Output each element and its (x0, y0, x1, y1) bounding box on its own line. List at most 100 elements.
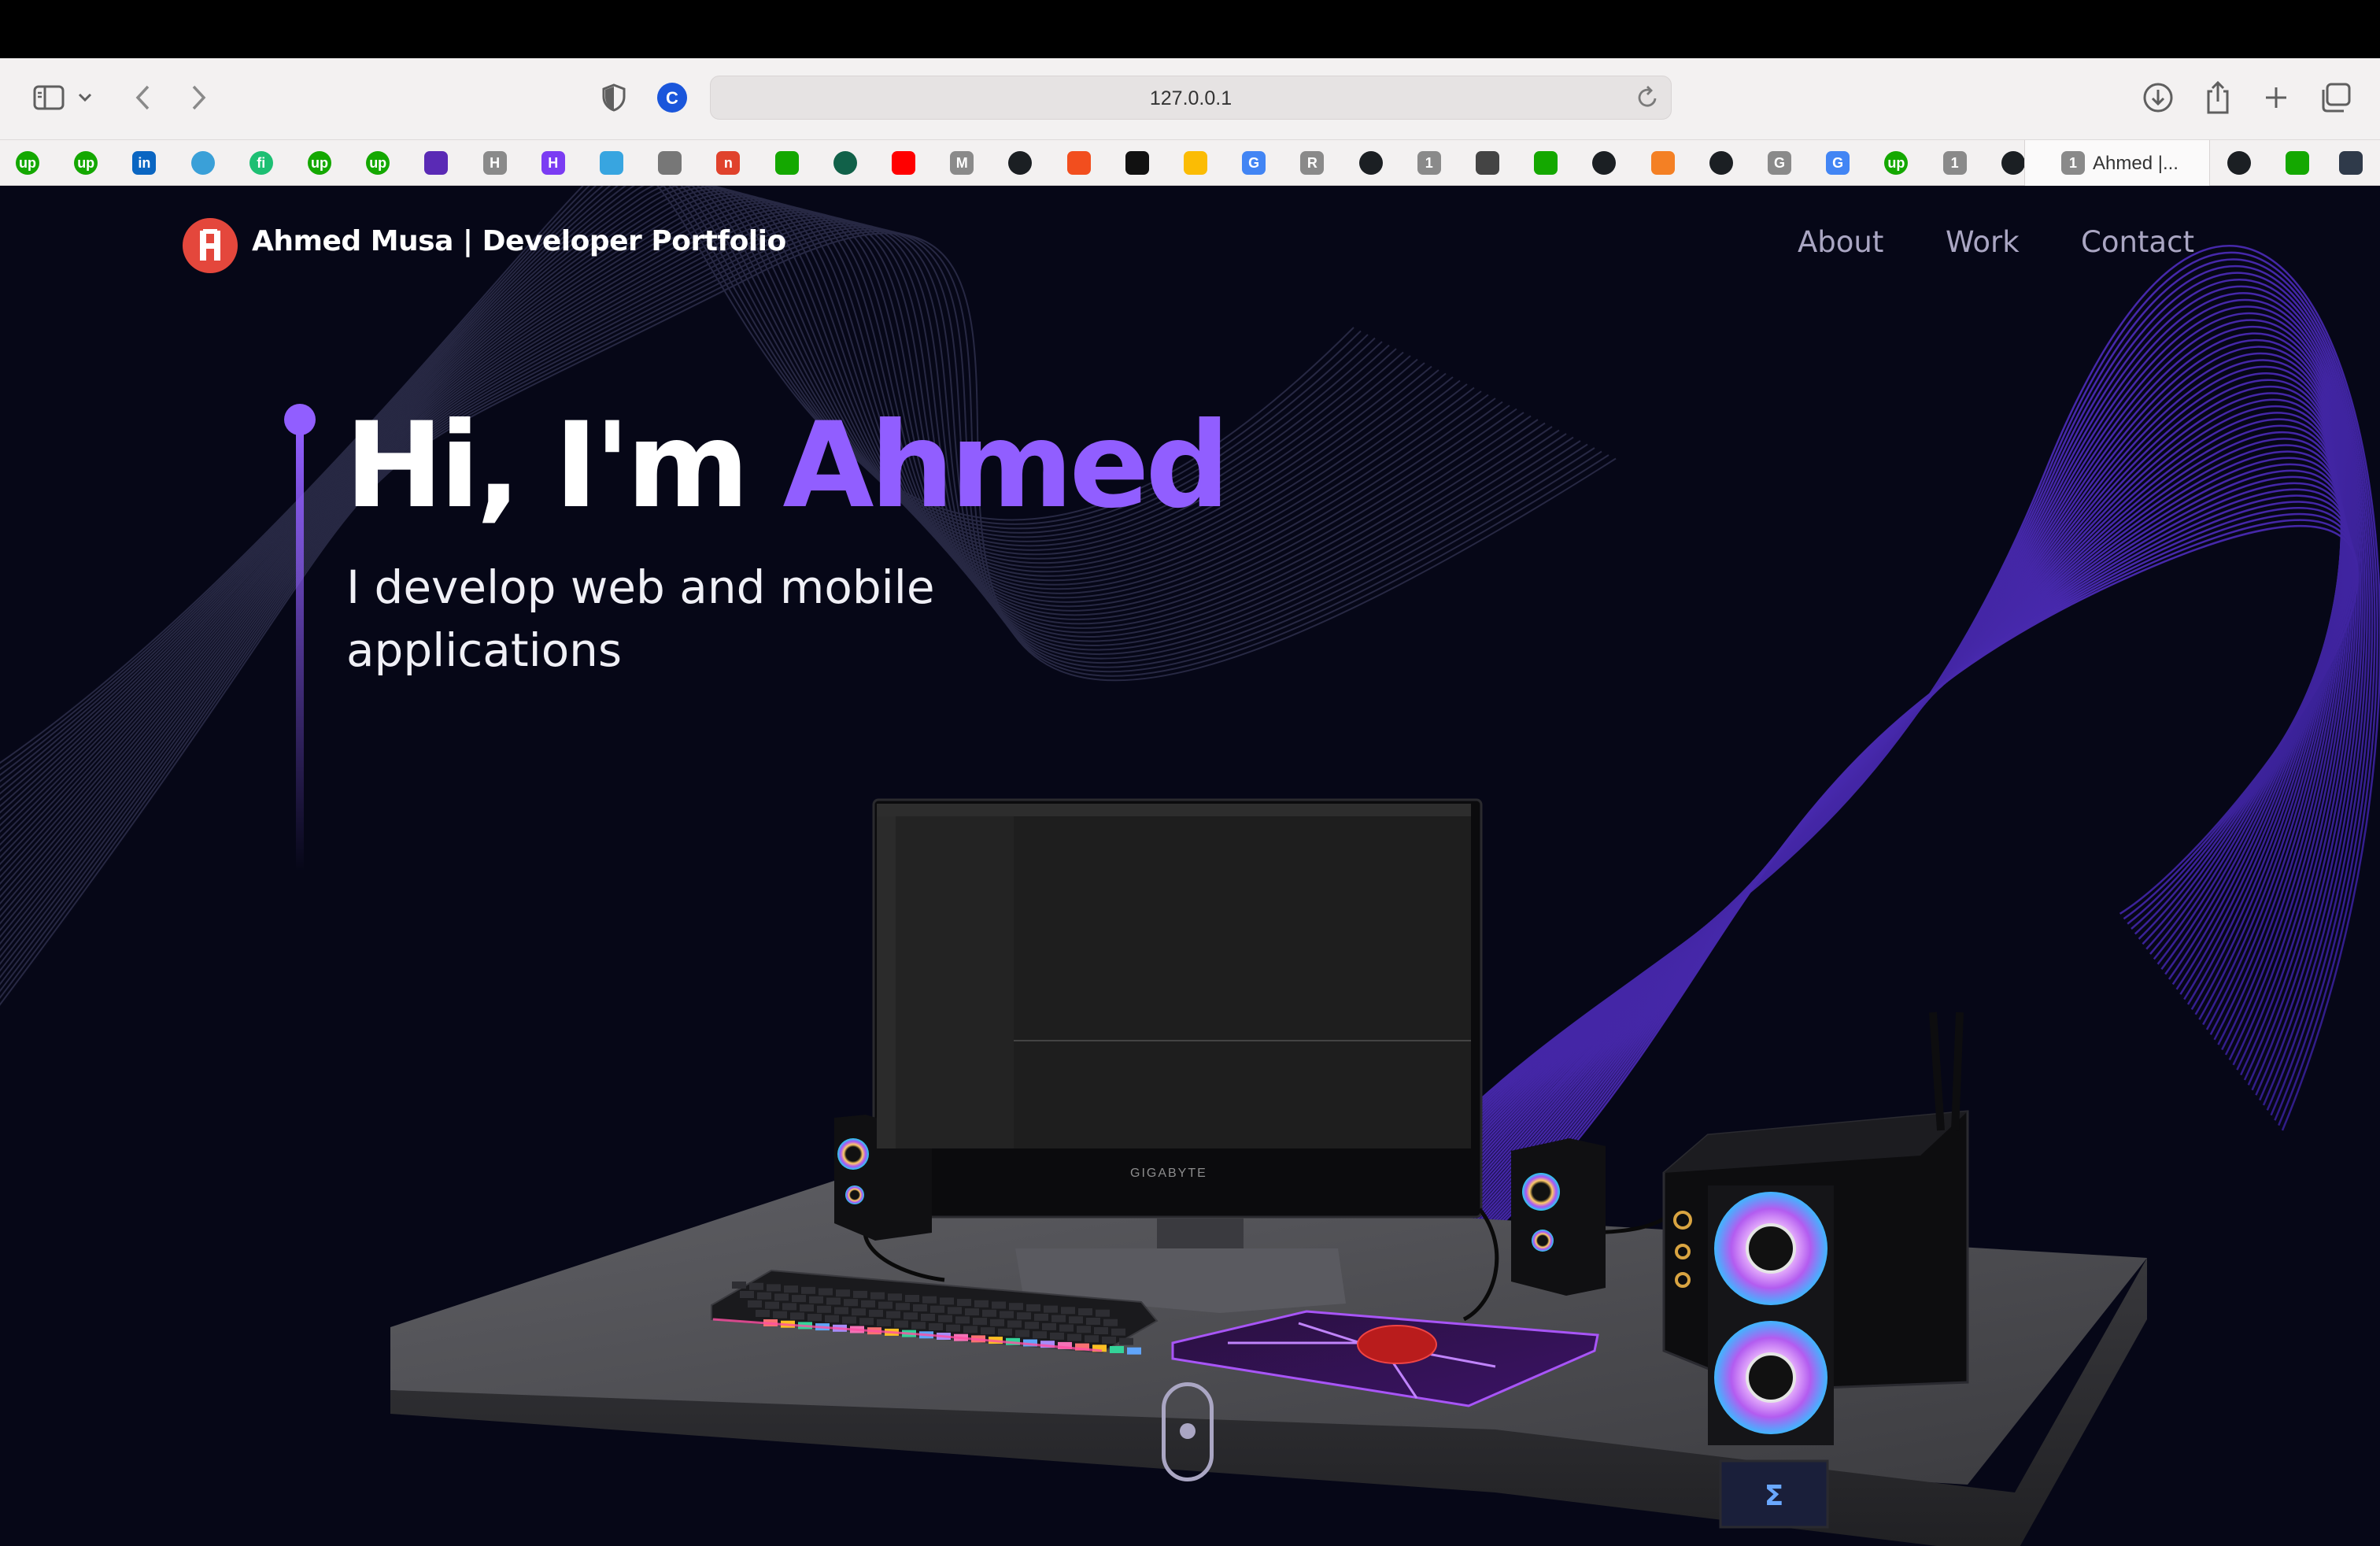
keyboard-key (929, 1323, 943, 1330)
h-icon[interactable]: H (482, 151, 507, 175)
svg-text:C: C (666, 88, 678, 108)
upwork-chart-icon[interactable] (774, 151, 799, 175)
hotwire-icon[interactable]: H (541, 151, 565, 175)
figma-icon[interactable] (1066, 151, 1091, 175)
keyboard-key (1094, 1327, 1108, 1334)
github-icon[interactable] (1008, 151, 1033, 175)
mail-icon[interactable] (424, 151, 449, 175)
upwork-chart-icon[interactable] (2286, 151, 2309, 175)
chip-icon[interactable] (1125, 151, 1149, 175)
g-icon[interactable]: G (1768, 151, 1791, 175)
github-icon[interactable] (2227, 151, 2251, 175)
address-bar[interactable]: 127.0.0.1 (710, 76, 1672, 120)
back-icon[interactable] (121, 76, 165, 120)
chevron-down-icon[interactable] (71, 76, 99, 120)
extension-icon[interactable]: C (650, 76, 694, 120)
stackoverflow-icon[interactable] (1650, 151, 1675, 175)
keyboard-key (1086, 1318, 1100, 1325)
drive-icon[interactable] (1184, 151, 1207, 175)
keyboard-key (809, 1296, 823, 1304)
keyboard-key (1026, 1304, 1040, 1311)
keyboard-key (1000, 1311, 1014, 1319)
keyboard-key (774, 1293, 789, 1301)
keyboard-key (1050, 1332, 1064, 1340)
tab-label: Ahmed |... (2093, 153, 2179, 174)
scroll-indicator[interactable] (1162, 1382, 1214, 1481)
linkedin-icon[interactable]: in (132, 151, 157, 175)
keyboard-key (749, 1282, 763, 1290)
tab-overview-icon[interactable] (2314, 76, 2358, 120)
download-icon[interactable] (2136, 76, 2180, 120)
keyboard-key (1096, 1309, 1110, 1317)
keyboard-key (1017, 1312, 1031, 1320)
keyboard-key (981, 1327, 995, 1335)
keyboard-key (1051, 1315, 1066, 1322)
forward-icon[interactable] (176, 76, 220, 120)
github-icon[interactable] (1592, 151, 1617, 175)
google-icon[interactable]: G (1826, 151, 1850, 175)
keyboard-key (930, 1305, 944, 1313)
mouse (1357, 1325, 1437, 1364)
compass-icon[interactable] (658, 151, 682, 175)
active-tab[interactable]: 1 Ahmed |... (2024, 140, 2210, 186)
keyboard-key (782, 1303, 796, 1311)
sidebar-icon[interactable] (27, 76, 71, 120)
pyramid-icon[interactable] (1476, 151, 1499, 175)
keyboard-key (1077, 1326, 1091, 1333)
keyboard-key (921, 1314, 935, 1321)
keyboard-key (748, 1300, 762, 1307)
keyboard-key (982, 1309, 996, 1317)
r-icon[interactable]: R (1300, 151, 1325, 175)
keyboard-key (773, 1311, 787, 1319)
upwork-icon[interactable]: up (74, 151, 98, 175)
keyboard-key (1033, 1331, 1047, 1339)
keyboard-key (974, 1300, 989, 1307)
wave-icon[interactable] (600, 151, 623, 175)
keyboard-key (904, 1312, 918, 1320)
one-icon[interactable]: 1 (1942, 151, 1967, 175)
leaf-icon[interactable] (833, 151, 857, 175)
monitor-brand: GIGABYTE (1130, 1167, 1207, 1180)
upwork-chart-icon[interactable] (1534, 151, 1558, 175)
keyboard-key (1059, 1324, 1074, 1332)
upwork-icon[interactable]: up (366, 151, 390, 175)
upwork-icon[interactable]: up (16, 151, 39, 175)
keyboard-key (800, 1304, 814, 1312)
browser-toolbar: C 127.0.0.1 (0, 58, 2380, 140)
new-tab-icon[interactable] (2254, 76, 2298, 120)
favorites-bar: up up in fi up up H Hn M G R 1 G Gup 1 1 Ahmed |... (0, 140, 2380, 186)
keyboard-key (1078, 1308, 1092, 1315)
right-speaker (1511, 1138, 1606, 1296)
keyboard-key (955, 1316, 970, 1324)
react-icon[interactable] (2339, 151, 2363, 175)
keyboard-key (1015, 1330, 1029, 1337)
google-icon[interactable]: G (1242, 151, 1266, 175)
github-icon[interactable] (1358, 151, 1383, 175)
keyboard-key (913, 1304, 927, 1311)
one-icon[interactable]: 1 (1417, 151, 1441, 175)
keyboard-key (877, 1319, 891, 1326)
m-icon[interactable]: M (950, 151, 974, 175)
keyboard-key (792, 1295, 806, 1303)
upwork-icon[interactable]: up (308, 151, 331, 175)
keyboard-key (740, 1291, 754, 1298)
reload-icon[interactable] (1635, 84, 1660, 114)
os-top-bar (0, 0, 2380, 58)
keyboard-key (869, 1309, 883, 1317)
keyboard-key (784, 1285, 798, 1293)
share-icon[interactable] (2196, 76, 2240, 120)
upwork-icon[interactable]: up (1884, 151, 1909, 175)
keyboard-key (911, 1322, 926, 1330)
youtube-icon[interactable] (892, 151, 915, 175)
keyboard-key (992, 1301, 1006, 1309)
keyboard-key (905, 1295, 919, 1302)
github-icon[interactable] (1709, 151, 1733, 175)
shield-icon[interactable] (592, 76, 636, 120)
n-icon[interactable]: n (716, 151, 741, 175)
keyboard-key (973, 1318, 987, 1326)
bird-icon[interactable] (190, 151, 215, 175)
keyboard-key (819, 1288, 833, 1296)
keyboard-key (1044, 1305, 1058, 1313)
fiverr-icon[interactable]: fi (249, 151, 273, 175)
github-icon[interactable] (2001, 151, 2025, 175)
